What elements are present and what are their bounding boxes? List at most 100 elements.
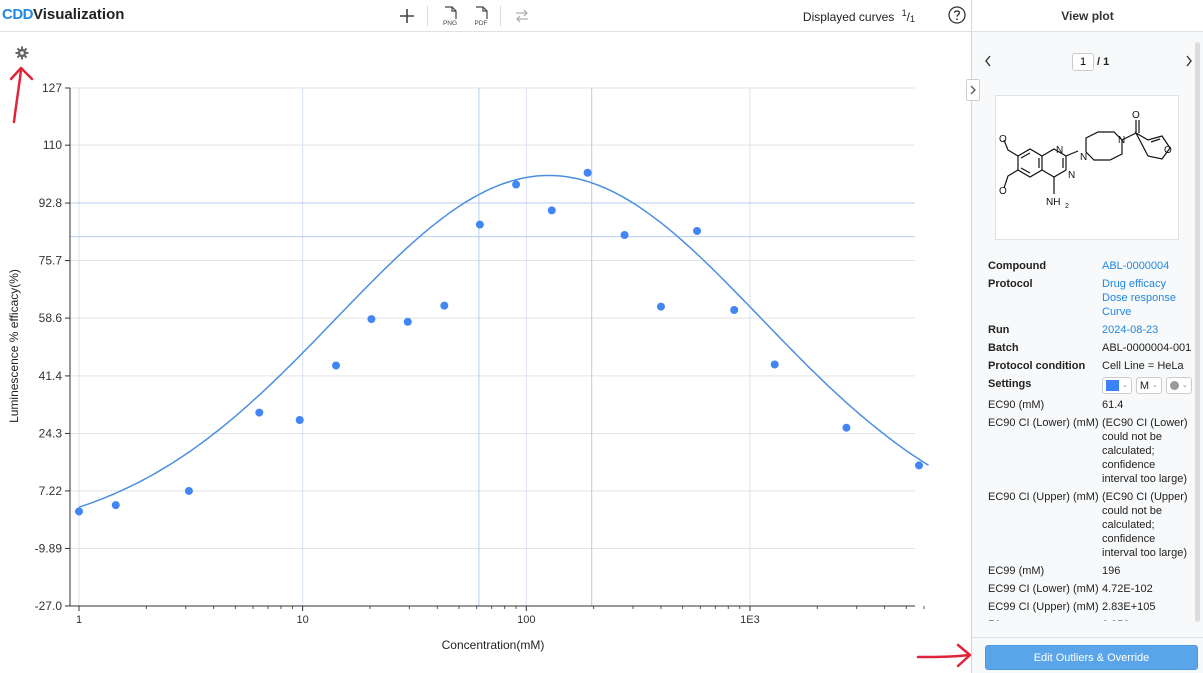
property-key: Settings (988, 378, 1032, 390)
property-key: Batch (988, 342, 1019, 354)
toolbar: CDDVisualization PNG PDF Displayed curve… (0, 0, 973, 32)
fit-curve[interactable] (78, 174, 929, 508)
marker-select[interactable]: M ⌄ (1135, 377, 1162, 394)
chevron-down-icon: ⌄ (1181, 381, 1188, 389)
molecule-drawing: O O N N N N O O NH 2 (999, 110, 1172, 210)
property-value: (EC90 CI (Lower) could not be calculated… (1102, 417, 1188, 485)
chevron-down-icon: ⌄ (1152, 381, 1158, 389)
x-axis-label: Concentration(mM) (442, 638, 545, 652)
color-select[interactable]: ⌄ (1102, 377, 1132, 394)
data-point[interactable] (440, 301, 449, 310)
y-tick-label: -9.89 (35, 541, 63, 555)
properties-list: Compound ABL-0000004 Protocol Drug efficacy… (988, 259, 1193, 621)
help-button[interactable] (947, 5, 967, 30)
add-button[interactable] (394, 4, 420, 28)
prev-page-button[interactable] (984, 54, 992, 72)
property-value: 2.83E+105 (1102, 601, 1156, 613)
property-value: 0.950 (1102, 618, 1193, 621)
collapse-panel-button[interactable] (966, 79, 980, 101)
data-point[interactable] (730, 306, 739, 314)
nitrogen-label: N (1068, 170, 1075, 181)
property-row: EC90 (mM) 61.4 (988, 398, 1193, 412)
y-tick-label: 24.3 (39, 426, 63, 440)
property-key: R² (988, 618, 1102, 621)
export-pdf-button[interactable]: PDF (468, 4, 494, 28)
displayed-count-num: 1 (901, 8, 907, 18)
data-point[interactable] (184, 486, 193, 495)
oxygen-label: O (999, 186, 1007, 197)
property-value[interactable]: ABL-0000004 (1102, 259, 1193, 273)
data-point[interactable] (475, 220, 484, 229)
panel-title: View plot (972, 0, 1203, 32)
compound-structure: O O N N N N O O NH 2 (995, 95, 1179, 240)
property-row: Run 2024-08-23 (988, 323, 1193, 337)
property-value: (EC90 CI (Upper) could not be calculated… (1102, 491, 1188, 559)
svg-text:2: 2 (1065, 203, 1069, 210)
property-row: EC99 CI (Lower) (mM) 4.72E-102 (988, 582, 1193, 596)
x-tick-label: 10 (297, 614, 309, 626)
data-point[interactable] (915, 461, 924, 470)
data-point[interactable] (656, 302, 665, 311)
property-value[interactable]: 2024-08-23 (1102, 323, 1193, 337)
property-row: EC90 CI (Upper) (mM) (EC90 CI (Upper) cou… (988, 490, 1193, 560)
oxygen-label: O (1164, 145, 1172, 156)
data-point[interactable] (367, 315, 376, 324)
y-axis-label: Luminescence % efficacy(%) (7, 269, 21, 423)
marker-value: M (1139, 379, 1150, 392)
data-point[interactable] (842, 423, 851, 432)
data-point[interactable] (512, 180, 521, 189)
y-tick-label: 127 (42, 81, 62, 95)
property-value: ABL-0000004-001 (1102, 342, 1192, 354)
panel-scrollbar[interactable] (1195, 42, 1200, 622)
edit-outliers-button[interactable]: Edit Outliers & Override (985, 645, 1198, 670)
view-plot-panel: View plot / 1 (972, 0, 1203, 673)
property-row: EC99 (mM) 196 (988, 564, 1193, 578)
property-value: Cell Line = HeLa (1102, 360, 1184, 372)
point-swatch (1169, 381, 1179, 390)
swap-button[interactable] (509, 4, 535, 28)
property-value[interactable]: Drug efficacy Dose response Curve (1102, 277, 1193, 319)
next-page-button[interactable] (1185, 54, 1193, 72)
logo-brand: CDD (2, 6, 34, 23)
point-style-select[interactable]: ⌄ (1165, 377, 1192, 394)
y-tick-label: 58.6 (39, 311, 63, 325)
data-point[interactable] (111, 501, 120, 510)
data-point[interactable] (295, 415, 304, 424)
page-total: / 1 (1097, 56, 1110, 68)
property-key: EC90 CI (Upper) (mM) (988, 491, 1099, 503)
nitrogen-label: N (1080, 152, 1087, 163)
displayed-count-den: 1 (909, 14, 915, 24)
data-point[interactable] (583, 168, 592, 177)
plus-icon (400, 9, 414, 23)
export-png-button[interactable]: PNG (437, 4, 463, 28)
data-point[interactable] (332, 361, 341, 370)
x-tick-label: 1 (76, 614, 82, 626)
data-point[interactable] (255, 408, 264, 417)
oxygen-label: O (999, 134, 1007, 145)
data-point[interactable] (620, 230, 629, 239)
png-label: PNG (443, 20, 457, 27)
property-key: EC99 (mM) (988, 565, 1045, 577)
property-key: Protocol (988, 278, 1033, 290)
property-key: EC99 CI (Upper) (mM) (988, 601, 1099, 613)
property-row: EC99 CI (Upper) (mM) 2.83E+105 (988, 600, 1193, 614)
displayed-curves-count: 1/1 (901, 8, 915, 24)
property-key: EC90 (mM) (988, 399, 1045, 411)
data-point[interactable] (75, 507, 83, 516)
y-tick-label: 110 (43, 138, 62, 152)
settings-controls: ⌄ M ⌄ ⌄ (1102, 377, 1192, 394)
data-point[interactable] (770, 360, 779, 369)
help-icon (948, 6, 966, 24)
data-point[interactable] (547, 206, 556, 215)
y-tick-label: -27.0 (35, 599, 63, 613)
logo-text: Visualization (33, 6, 125, 23)
property-value: 61.4 (1102, 399, 1124, 411)
data-point[interactable] (403, 317, 412, 326)
property-value: 196 (1102, 565, 1121, 577)
amine-label: NH (1046, 197, 1060, 208)
page-input[interactable] (1072, 53, 1094, 71)
chevron-left-icon (985, 55, 991, 67)
x-tick-label: 1E3 (740, 614, 760, 626)
data-point[interactable] (693, 226, 702, 235)
x-tick-label: 100 (517, 614, 535, 626)
